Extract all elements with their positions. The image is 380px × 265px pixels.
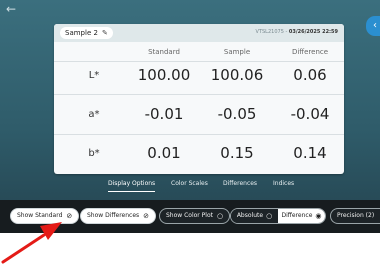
divider <box>54 134 344 135</box>
difference-option[interactable]: Difference ◉ <box>278 209 325 223</box>
sample-meta-datetime: 03/26/2025 22:59 <box>288 29 338 35</box>
side-panel-icon[interactable]: ‹ <box>366 16 380 36</box>
card-header: Sample 2 ✎ VTSL21075 - 03/26/2025 22:59 <box>54 24 344 42</box>
tab-color-scales[interactable]: Color Scales <box>171 180 208 187</box>
show-differences-label: Show Differences <box>87 212 140 219</box>
radio-on-icon: ◉ <box>315 212 322 220</box>
empty-circle-icon: ○ <box>216 212 224 220</box>
precision-button[interactable]: Precision (2) ⋮ <box>330 208 380 224</box>
cell-a-standard: -0.01 <box>144 105 184 123</box>
cell-L-standard: 100.00 <box>137 66 191 84</box>
sample-meta-id: VTSL21075 - <box>255 29 289 35</box>
radio-off-icon: ○ <box>266 212 273 220</box>
sample-name: Sample 2 <box>65 29 98 37</box>
divider <box>54 61 344 62</box>
cell-b-standard: 0.01 <box>147 144 181 162</box>
cell-L-sample: 100.06 <box>210 66 264 84</box>
app-screen: ← ‹ Sample 2 ✎ VTSL21075 - 03/26/2025 22… <box>0 0 380 233</box>
display-options-toolbar: Show Standard ⊘ Show Differences ⊘ Show … <box>0 200 380 233</box>
show-standard-toggle[interactable]: Show Standard ⊘ <box>10 208 80 224</box>
check-circle-icon: ⊘ <box>66 212 73 220</box>
divider <box>54 94 344 95</box>
precision-label: Precision (2) <box>337 212 375 219</box>
pencil-icon[interactable]: ✎ <box>102 27 108 39</box>
row-label-b: b* <box>88 148 100 159</box>
cell-a-difference: -0.04 <box>290 105 330 123</box>
cell-b-difference: 0.14 <box>293 144 327 162</box>
row-label-a: a* <box>88 109 100 120</box>
show-color-plot-label: Show Color Plot <box>166 212 213 219</box>
cell-a-sample: -0.05 <box>217 105 257 123</box>
column-header-difference: Difference <box>291 48 329 56</box>
cell-L-difference: 0.06 <box>293 66 327 84</box>
absolute-option[interactable]: Absolute ○ <box>231 209 278 223</box>
difference-label: Difference <box>281 212 313 219</box>
cell-b-sample: 0.15 <box>220 144 254 162</box>
tab-indices[interactable]: Indices <box>273 180 294 187</box>
show-standard-label: Show Standard <box>17 212 63 219</box>
row-label-L: L* <box>88 70 100 81</box>
sample-meta: VTSL21075 - 03/26/2025 22:59 <box>256 29 338 35</box>
options-tabs: Display Options Color Scales Differences… <box>0 180 380 194</box>
check-circle-icon: ⊘ <box>143 212 150 220</box>
sample-name-pill[interactable]: Sample 2 ✎ <box>60 27 113 39</box>
comparison-card: Sample 2 ✎ VTSL21075 - 03/26/2025 22:59 … <box>54 24 344 174</box>
show-differences-toggle[interactable]: Show Differences ⊘ <box>80 208 157 224</box>
value-mode-selector: Absolute ○ Difference ◉ <box>230 208 326 224</box>
column-header-sample: Sample <box>223 48 251 56</box>
show-color-plot-toggle[interactable]: Show Color Plot ○ <box>159 208 231 224</box>
column-header-standard: Standard <box>148 48 180 56</box>
absolute-label: Absolute <box>236 212 264 219</box>
tab-display-options[interactable]: Display Options <box>108 180 156 192</box>
back-arrow-icon[interactable]: ← <box>6 2 20 16</box>
tab-differences[interactable]: Differences <box>223 180 257 187</box>
